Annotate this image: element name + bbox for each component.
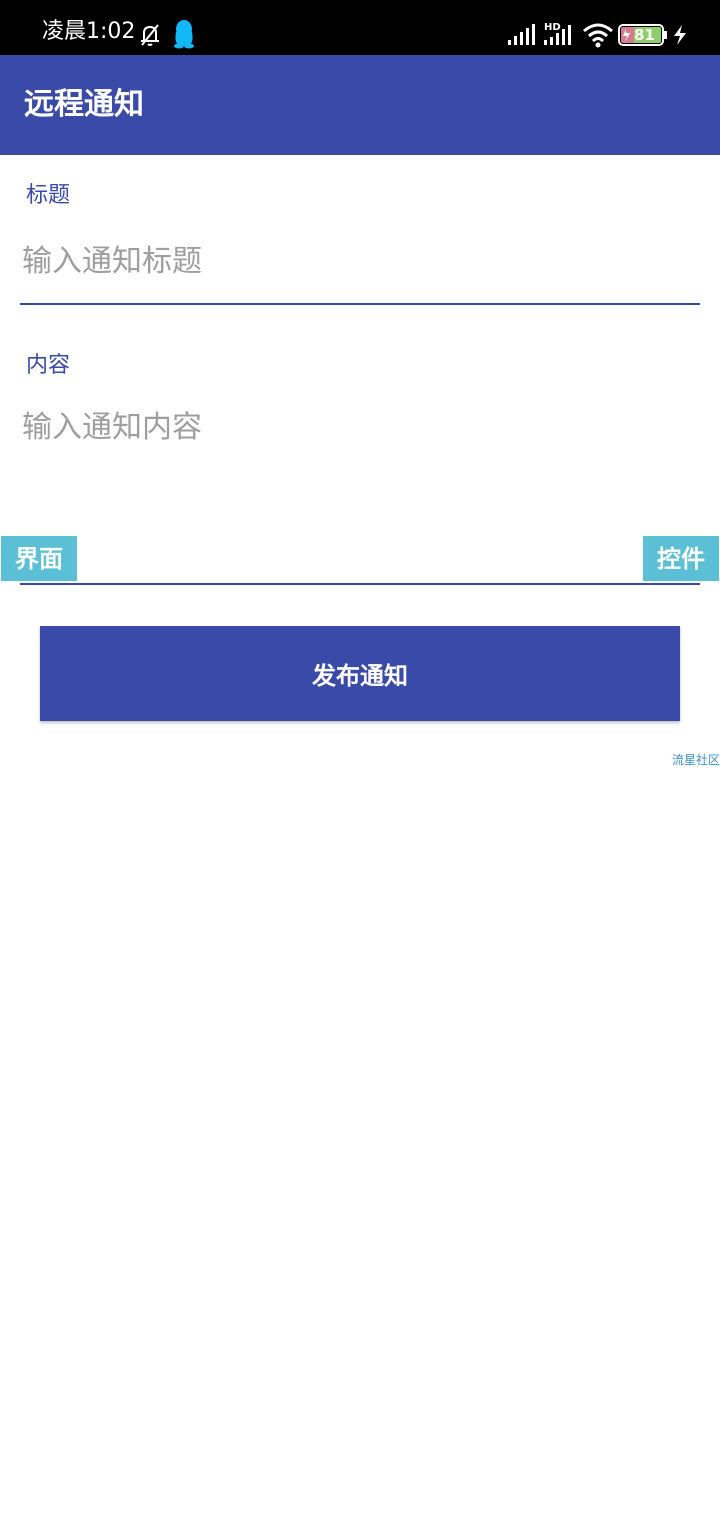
app-bar: 远程通知 [0, 55, 720, 155]
community-link[interactable]: 流星社区 [672, 752, 720, 768]
hd-signal-icon: HD [544, 22, 571, 45]
signal-icon [508, 24, 535, 45]
status-time: 凌晨1:02 [42, 19, 136, 44]
content-underline [20, 583, 700, 585]
mute-bell-icon [141, 24, 159, 46]
title-label: 标题 [26, 183, 71, 208]
content-label: 内容 [26, 353, 71, 378]
interface-tab[interactable]: 界面 [0, 535, 78, 582]
battery-level: 81 [634, 26, 655, 44]
content-input[interactable] [20, 408, 702, 568]
qq-icon [174, 20, 194, 49]
page-title: 远程通知 [24, 87, 144, 122]
svg-text:HD: HD [544, 22, 561, 33]
status-bar: 凌晨1:02 HD 81 [0, 0, 720, 55]
widget-tab[interactable]: 控件 [642, 535, 720, 582]
title-input[interactable] [20, 238, 702, 284]
wifi-icon [583, 23, 613, 48]
title-underline [20, 303, 700, 305]
publish-button[interactable]: 发布通知 [40, 626, 680, 721]
charging-icon [674, 25, 686, 45]
